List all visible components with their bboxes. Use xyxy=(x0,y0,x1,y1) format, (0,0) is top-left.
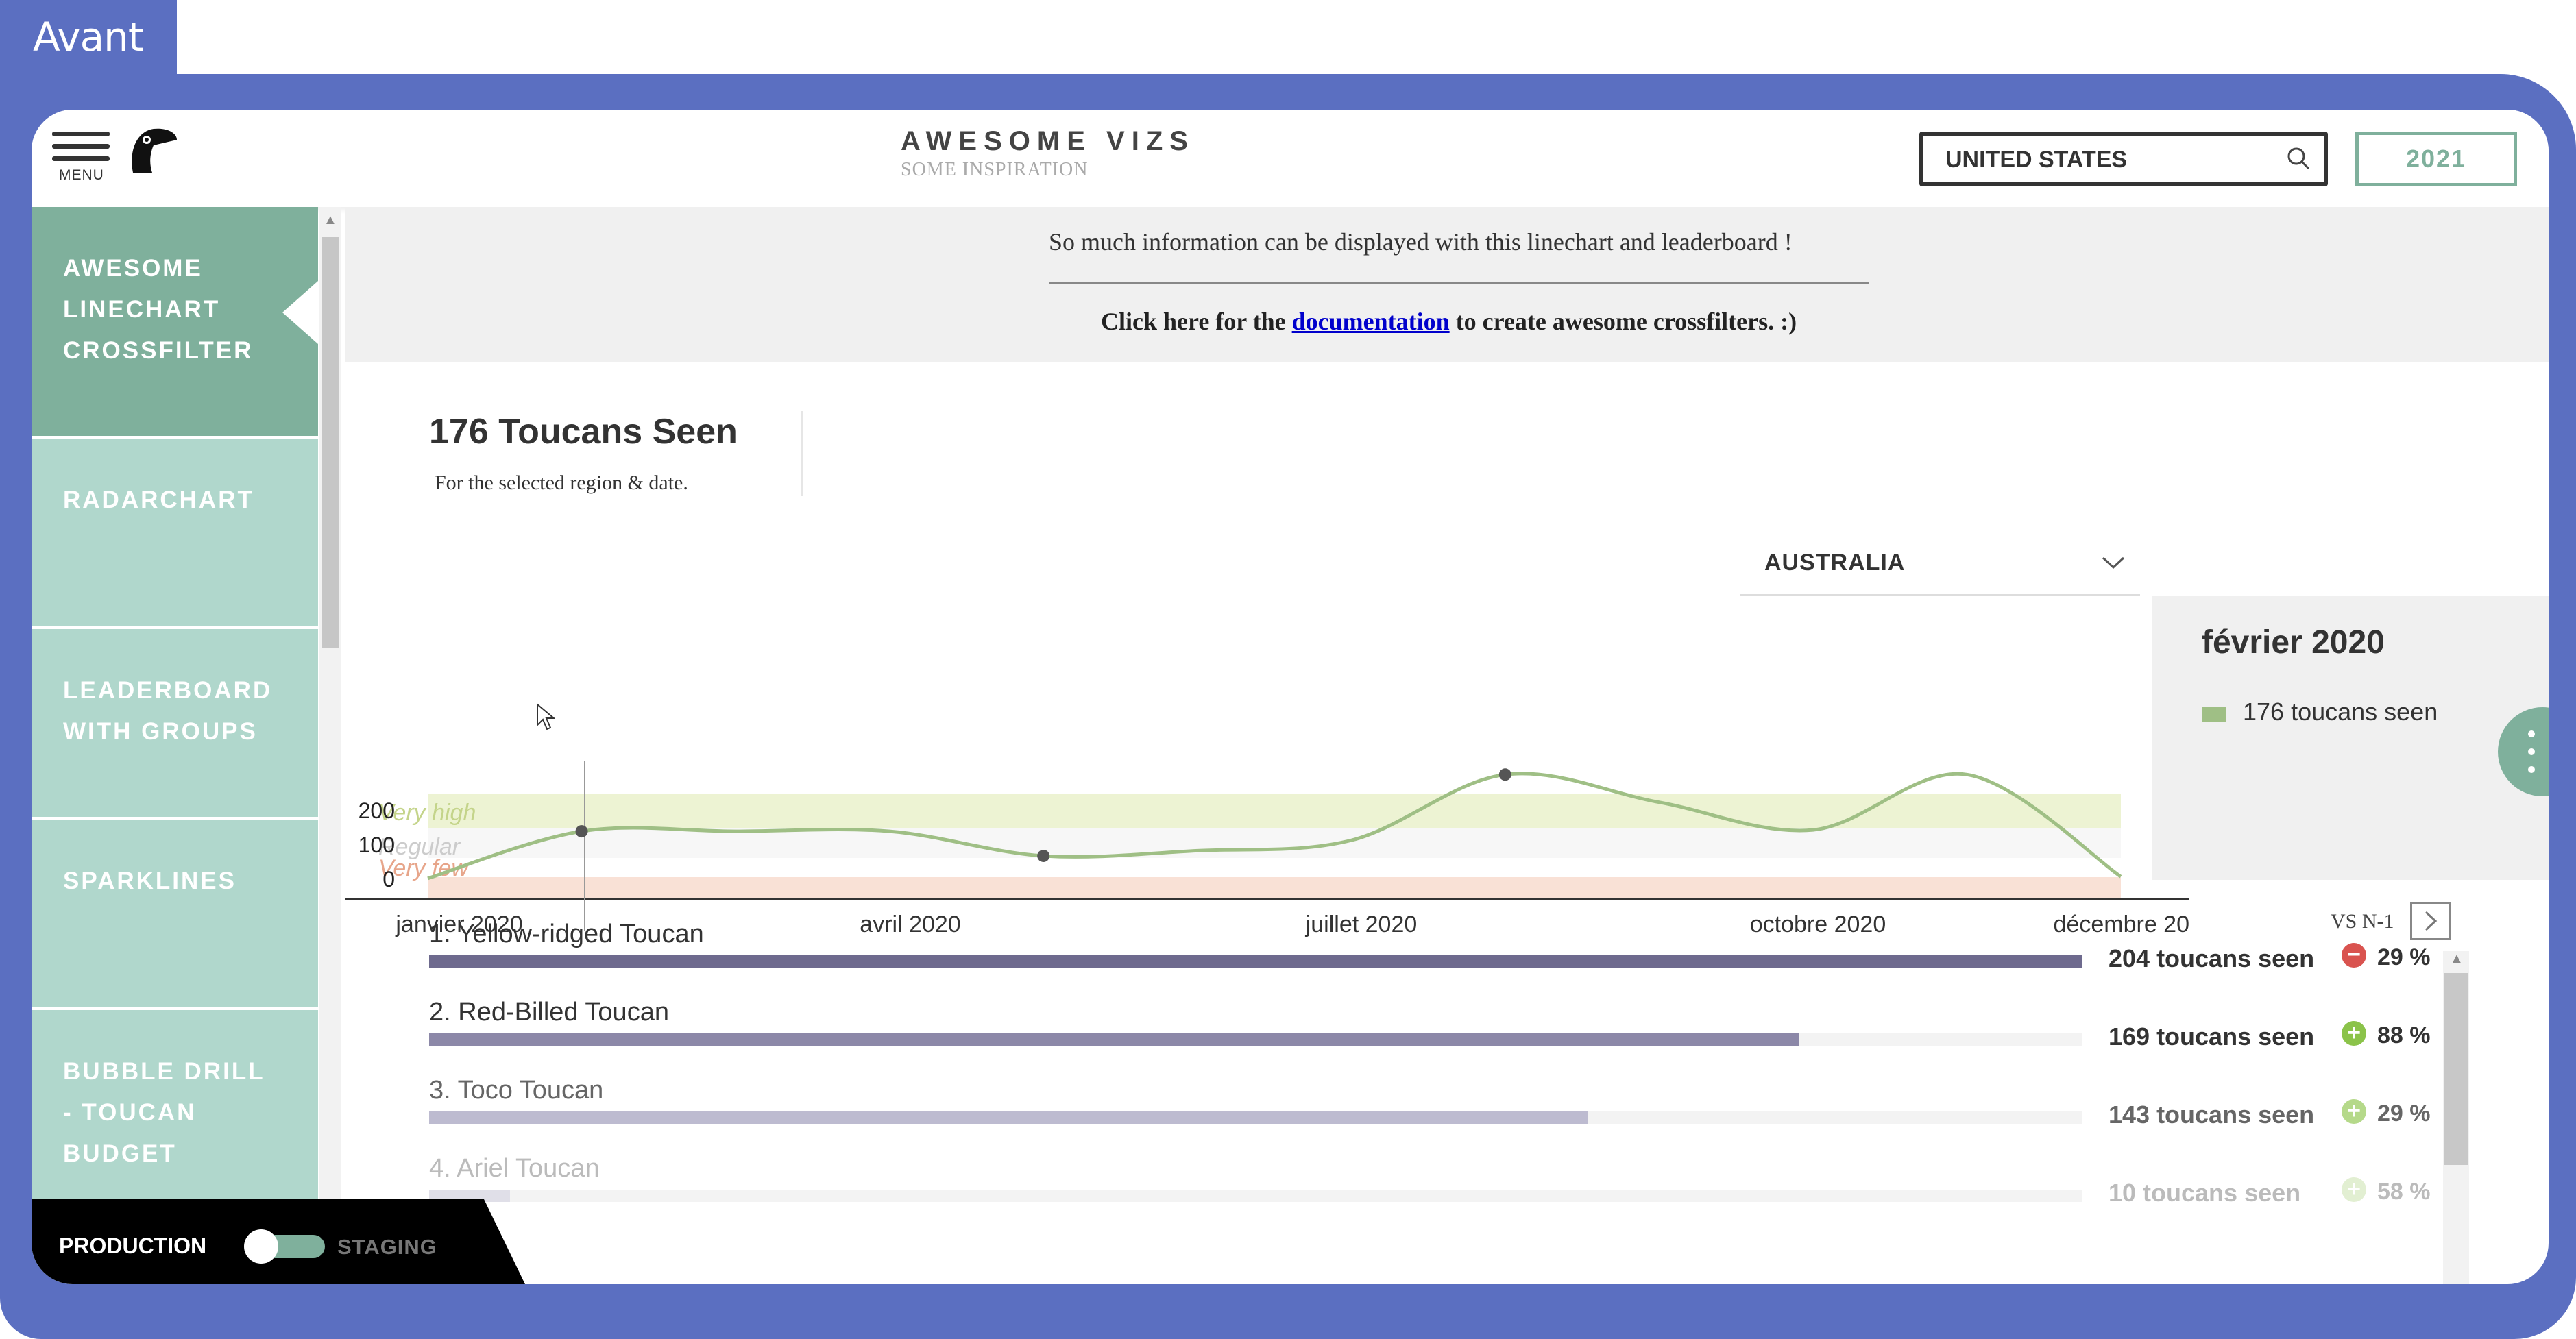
kebab-icon xyxy=(2528,730,2535,737)
sidebar-scroll-thumb[interactable] xyxy=(322,237,339,648)
sidebar-item-label: RADARCHART xyxy=(63,487,254,513)
kpi-divider xyxy=(801,411,803,496)
staging-label[interactable]: STAGING xyxy=(337,1235,437,1260)
hamburger-icon xyxy=(52,132,110,136)
trend-up-icon: + xyxy=(2342,1099,2366,1124)
sidebar: AWESOME LINECHART CROSSFILTER RADARCHART… xyxy=(32,207,319,1284)
trend-down-icon: − xyxy=(2342,943,2366,968)
info-text: So much information can be displayed wit… xyxy=(1049,228,1793,256)
sidebar-item-leaderboard[interactable]: LEADERBOARD WITH GROUPS xyxy=(32,629,318,820)
leaderboard-row-name[interactable]: 2. Red-Billed Toucan xyxy=(429,998,669,1027)
x-tick-label: décembre 20 xyxy=(2054,911,2189,937)
menu-label: MENU xyxy=(59,167,104,183)
data-point xyxy=(575,825,588,838)
sidebar-item-label: SPARKLINES xyxy=(63,868,236,894)
leaderboard-bar[interactable] xyxy=(429,955,2082,968)
doc-prefix: Click here for the xyxy=(1101,308,1292,335)
documentation-link[interactable]: documentation xyxy=(1292,308,1450,335)
leaderboard-bar-track xyxy=(429,1033,2082,1046)
x-tick-label: avril 2020 xyxy=(860,911,960,937)
leaderboard-value: 143 toucans seen xyxy=(2109,1101,2315,1129)
leaderboard-percent: 88 % xyxy=(2377,1022,2431,1048)
sidebar-item-linechart-crossfilter[interactable]: AWESOME LINECHART CROSSFILTER xyxy=(32,207,318,439)
compare-next-button[interactable] xyxy=(2410,902,2451,940)
search-box xyxy=(1919,132,2328,186)
leaderboard-percent: 29 % xyxy=(2377,1101,2431,1127)
kpi-title: 176 Toucans Seen xyxy=(429,412,738,452)
app-window: MENU AWESOME VIZS SOME INSPIRATION 2021 … xyxy=(32,110,2549,1284)
region-dropdown[interactable]: AUSTRALIA xyxy=(1740,532,2140,596)
leaderboard-percent: 58 % xyxy=(2377,1179,2431,1205)
scroll-up-arrow-icon[interactable]: ▲ xyxy=(2450,951,2464,967)
leaderboard-bar-track xyxy=(429,955,2082,968)
trend-up-icon: + xyxy=(2342,1177,2366,1202)
toucan-logo-icon xyxy=(132,128,177,173)
line-chart[interactable]: Very highRegularVery few 2001000 janvier… xyxy=(345,644,2189,946)
chevron-down-icon xyxy=(2102,556,2125,569)
y-tick-label: 200 xyxy=(359,798,395,823)
hamburger-line xyxy=(52,156,110,161)
leaderboard-bar[interactable] xyxy=(429,1111,1588,1124)
sidebar-item-label: LEADERBOARD WITH GROUPS xyxy=(63,677,273,745)
data-point xyxy=(1037,849,1050,862)
info-divider xyxy=(1049,282,1869,284)
chevron-right-icon xyxy=(2425,911,2438,931)
trend-up-icon: + xyxy=(2342,1021,2366,1046)
leaderboard-value: 204 toucans seen xyxy=(2109,944,2315,972)
active-indicator xyxy=(282,281,318,344)
production-label[interactable]: PRODUCTION xyxy=(59,1233,206,1259)
app-title: AWESOME VIZS xyxy=(901,126,1195,156)
kpi-subtitle: For the selected region & date. xyxy=(435,471,688,494)
window-tab-label: Avant xyxy=(0,0,177,77)
menu-button[interactable]: MENU xyxy=(32,110,121,207)
scroll-up-arrow-icon[interactable]: ▲ xyxy=(324,212,337,228)
documentation-text: Click here for the documentation to crea… xyxy=(1101,307,1797,336)
leaderboard-row-name[interactable]: 4. Ariel Toucan xyxy=(429,1154,600,1183)
y-tick-label: 100 xyxy=(359,833,395,857)
year-selector-button[interactable]: 2021 xyxy=(2355,132,2517,186)
hamburger-line xyxy=(52,144,110,149)
x-tick-label: octobre 2020 xyxy=(1750,911,1886,937)
band-regular xyxy=(428,828,2121,858)
header: MENU AWESOME VIZS SOME INSPIRATION 2021 xyxy=(32,110,2549,207)
sidebar-item-label: AWESOME LINECHART CROSSFILTER xyxy=(63,255,254,364)
data-point xyxy=(1498,768,1511,781)
tooltip-date: février 2020 xyxy=(2202,624,2385,661)
kebab-dot xyxy=(2528,766,2535,773)
region-dropdown-value: AUSTRALIA xyxy=(1764,550,1906,576)
tooltip-value: 176 toucans seen xyxy=(2243,698,2438,726)
band-very-few xyxy=(428,877,2121,898)
leaderboard-row-name[interactable]: 1. Yellow-ridged Toucan xyxy=(429,920,704,949)
sidebar-item-sparklines[interactable]: SPARKLINES xyxy=(32,820,318,1010)
app-subtitle: SOME INSPIRATION xyxy=(901,159,1089,180)
tooltip-legend-swatch xyxy=(2202,707,2226,722)
kebab-dot xyxy=(2528,748,2535,755)
environment-toggle-knob[interactable] xyxy=(244,1229,278,1264)
search-icon[interactable] xyxy=(2285,145,2311,171)
leaderboard-bar-track xyxy=(429,1111,2082,1124)
compare-label: VS N-1 xyxy=(2331,910,2394,933)
leaderboard-scroll-thumb[interactable] xyxy=(2444,973,2468,1165)
leaderboard-value: 169 toucans seen xyxy=(2109,1022,2315,1051)
leaderboard-value: 10 toucans seen xyxy=(2109,1179,2301,1207)
leaderboard-bar[interactable] xyxy=(429,1033,1799,1046)
doc-suffix: to create awesome crossfilters. :) xyxy=(1449,308,1797,335)
mouse-cursor-icon xyxy=(537,703,555,730)
y-tick-label: 0 xyxy=(382,867,395,892)
x-tick-label: juillet 2020 xyxy=(1305,911,1418,937)
search-input[interactable] xyxy=(1944,136,2276,184)
leaderboard-percent: 29 % xyxy=(2377,944,2431,970)
leaderboard-row-name[interactable]: 3. Toco Toucan xyxy=(429,1076,603,1105)
sidebar-item-radarchart[interactable]: RADARCHART xyxy=(32,439,318,629)
sidebar-item-label: BUBBLE DRILL - TOUCAN BUDGET xyxy=(63,1058,265,1167)
leaderboard-bar-track xyxy=(429,1190,2082,1202)
